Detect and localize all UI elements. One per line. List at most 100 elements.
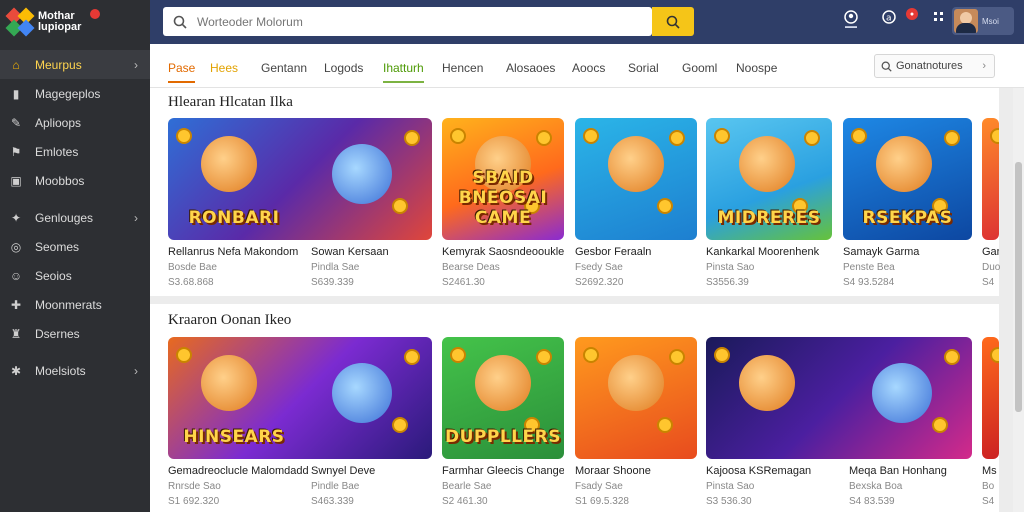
game-category: Fsedy Sae	[575, 262, 623, 273]
game-name[interactable]: Ms	[982, 465, 999, 477]
game-name[interactable]: Kankarkal Moorenhenk	[706, 246, 832, 258]
game-name[interactable]: Farmhar Gleecis Change	[442, 465, 564, 477]
mascot-image	[201, 136, 257, 192]
tab-5[interactable]: Hencen	[442, 61, 483, 81]
sidebar-item-label: Dsernes	[35, 326, 80, 341]
scroll-thumb[interactable]	[1015, 162, 1022, 412]
mascot-image	[739, 136, 795, 192]
mascot-image	[332, 144, 392, 204]
coin-icon	[536, 349, 552, 365]
tab-1[interactable]: Hees	[210, 61, 238, 81]
tab-7[interactable]: Aoocs	[572, 61, 605, 81]
search-icon	[881, 61, 892, 72]
game-card[interactable]: DUPPLLERS Farmhar Gleecis Change Bearle Sa…	[442, 337, 564, 507]
game-card[interactable]: Gesbor Feraaln Fsedy Sae S2692.320	[575, 118, 697, 288]
game-card[interactable]: Gan Duo S4	[982, 118, 1000, 288]
logo-text-line2: lupiopar	[38, 21, 82, 33]
game-logo-art: RONBARI	[188, 208, 280, 228]
sidebar-item-10[interactable]: ✱ Moelsiots ›	[0, 356, 150, 385]
logo-badge	[90, 9, 100, 19]
game-category: Fsady Sae	[575, 481, 623, 492]
tab-2[interactable]: Gentann	[261, 61, 307, 81]
game-card[interactable]: RSEKPAS Samayk Garma Penste Bea S4 93.5284	[843, 118, 972, 288]
game-thumbnail[interactable]: RSEKPAS	[843, 118, 972, 240]
tab-3[interactable]: Logods	[324, 61, 363, 81]
game-category: Pindla Sae	[311, 262, 360, 273]
coin-icon	[450, 128, 466, 144]
sidebar-item-0[interactable]: ⌂ Meurpus ›	[0, 50, 150, 79]
game-thumbnail[interactable]: DUPPLLERS	[442, 337, 564, 459]
tab-10[interactable]: Noospe	[736, 61, 777, 81]
tab-4[interactable]: Ihatturh	[383, 61, 424, 83]
sidebar-item-label: Aplioops	[35, 115, 82, 130]
game-thumbnail[interactable]	[982, 337, 999, 459]
search-icon	[173, 15, 187, 29]
scrollbar[interactable]	[1013, 88, 1024, 512]
game-name[interactable]: Kemyrak Saosndeoouklen	[442, 246, 564, 258]
game-price: S4 83.539	[849, 496, 895, 507]
game-card[interactable]: Sowan Kersaan Pindla Sae S639.339	[311, 240, 432, 288]
game-card[interactable]: Meqa Ban Honhang Bexska Boa S4 83.539	[849, 459, 970, 507]
game-thumbnail[interactable]: SBAID BNEOSAI CAME	[442, 118, 564, 240]
sidebar-item-8[interactable]: ✚ Moonmerats	[0, 290, 150, 319]
game-thumbnail[interactable]	[575, 118, 697, 240]
game-name[interactable]: Meqa Ban Honhang	[849, 465, 970, 477]
game-card[interactable]: Swnyel Deve Pindle Bae S463.339	[311, 459, 432, 507]
tab-0[interactable]: Pase	[168, 61, 196, 83]
app-logo[interactable]: Mothar lupiopar	[0, 0, 150, 44]
game-thumbnail[interactable]	[982, 118, 999, 240]
sidebar-item-3[interactable]: ⚑ Emlotes	[0, 137, 150, 166]
game-name[interactable]: Gan	[982, 246, 999, 258]
sort-dropdown[interactable]: Gonatnotures ›	[874, 54, 995, 78]
game-logo-art: HINSEARS	[183, 427, 285, 447]
home-icon: ⌂	[12, 57, 20, 72]
notification-badge[interactable]: ●	[906, 8, 918, 20]
sidebar-item-4[interactable]: ▣ Moobbos	[0, 166, 150, 195]
sidebar-item-2[interactable]: ✎ Aplioops	[0, 108, 150, 137]
game-thumbnail[interactable]: RONBARI	[168, 118, 432, 240]
sidebar-item-label: Moonmerats	[35, 297, 102, 312]
flag-icon: ⚑	[10, 144, 22, 159]
game-name[interactable]: Samayk Garma	[843, 246, 972, 258]
game-price: S3556.39	[706, 277, 749, 288]
sidebar-item-6[interactable]: ◎ Seomes	[0, 232, 150, 261]
game-card[interactable]: MIDRERES Kankarkal Moorenhenk Pinsta Sao S3…	[706, 118, 832, 288]
game-thumbnail[interactable]: HINSEARS	[168, 337, 432, 459]
coin-icon	[404, 349, 420, 365]
coin-icon	[714, 128, 730, 144]
game-thumbnail[interactable]	[706, 337, 972, 459]
coin-icon	[669, 130, 685, 146]
cart-icon[interactable]: a	[878, 10, 900, 34]
sidebar-nav: ⌂ Meurpus › ▮ Magegeplos ✎ Aplioops ⚑ Emlotes ▣ Mo…	[0, 50, 150, 385]
game-name[interactable]: Gesbor Feraaln	[575, 246, 697, 258]
sidebar-item-9[interactable]: ♜ Dsernes	[0, 319, 150, 348]
compass-icon: ◎	[10, 239, 22, 254]
game-name[interactable]: Moraar Shoone	[575, 465, 697, 477]
tab-8[interactable]: Sorial	[628, 61, 659, 81]
game-name[interactable]: Swnyel Deve	[311, 465, 432, 477]
profile-button[interactable]: Msoi	[952, 7, 1014, 35]
tab-6[interactable]: Alosaoes	[506, 61, 555, 81]
account-icon[interactable]: ▬▬	[840, 10, 862, 34]
settings-icon: ✱	[10, 363, 22, 378]
mascot-image	[739, 355, 795, 411]
tab-9[interactable]: Gooml	[682, 61, 717, 81]
game-thumbnail[interactable]	[575, 337, 697, 459]
sidebar-item-5[interactable]: ✦ Genlouges ›	[0, 203, 150, 232]
sidebar-item-label: Meurpus	[35, 57, 82, 72]
grid-menu-icon[interactable]	[928, 10, 950, 34]
search-bar	[163, 7, 652, 36]
search-button[interactable]	[652, 7, 694, 36]
game-card[interactable]: Ms Bo S4	[982, 337, 999, 507]
game-card[interactable]: SBAID BNEOSAI CAME Kemyrak Saosndeoouklen…	[442, 118, 564, 288]
game-card[interactable]: Moraar Shoone Fsady Sae S1 69.5.328	[575, 337, 697, 507]
coin-icon	[583, 128, 599, 144]
sidebar-item-1[interactable]: ▮ Magegeplos	[0, 79, 150, 108]
game-thumbnail[interactable]: MIDRERES	[706, 118, 832, 240]
game-name[interactable]: Sowan Kersaan	[311, 246, 432, 258]
sidebar-item-7[interactable]: ☺ Seoios	[0, 261, 150, 290]
search-input[interactable]	[197, 14, 617, 29]
bookmark-icon: ▮	[12, 86, 20, 101]
mascot-image	[872, 363, 932, 423]
sidebar-item-label: Seomes	[35, 239, 80, 254]
